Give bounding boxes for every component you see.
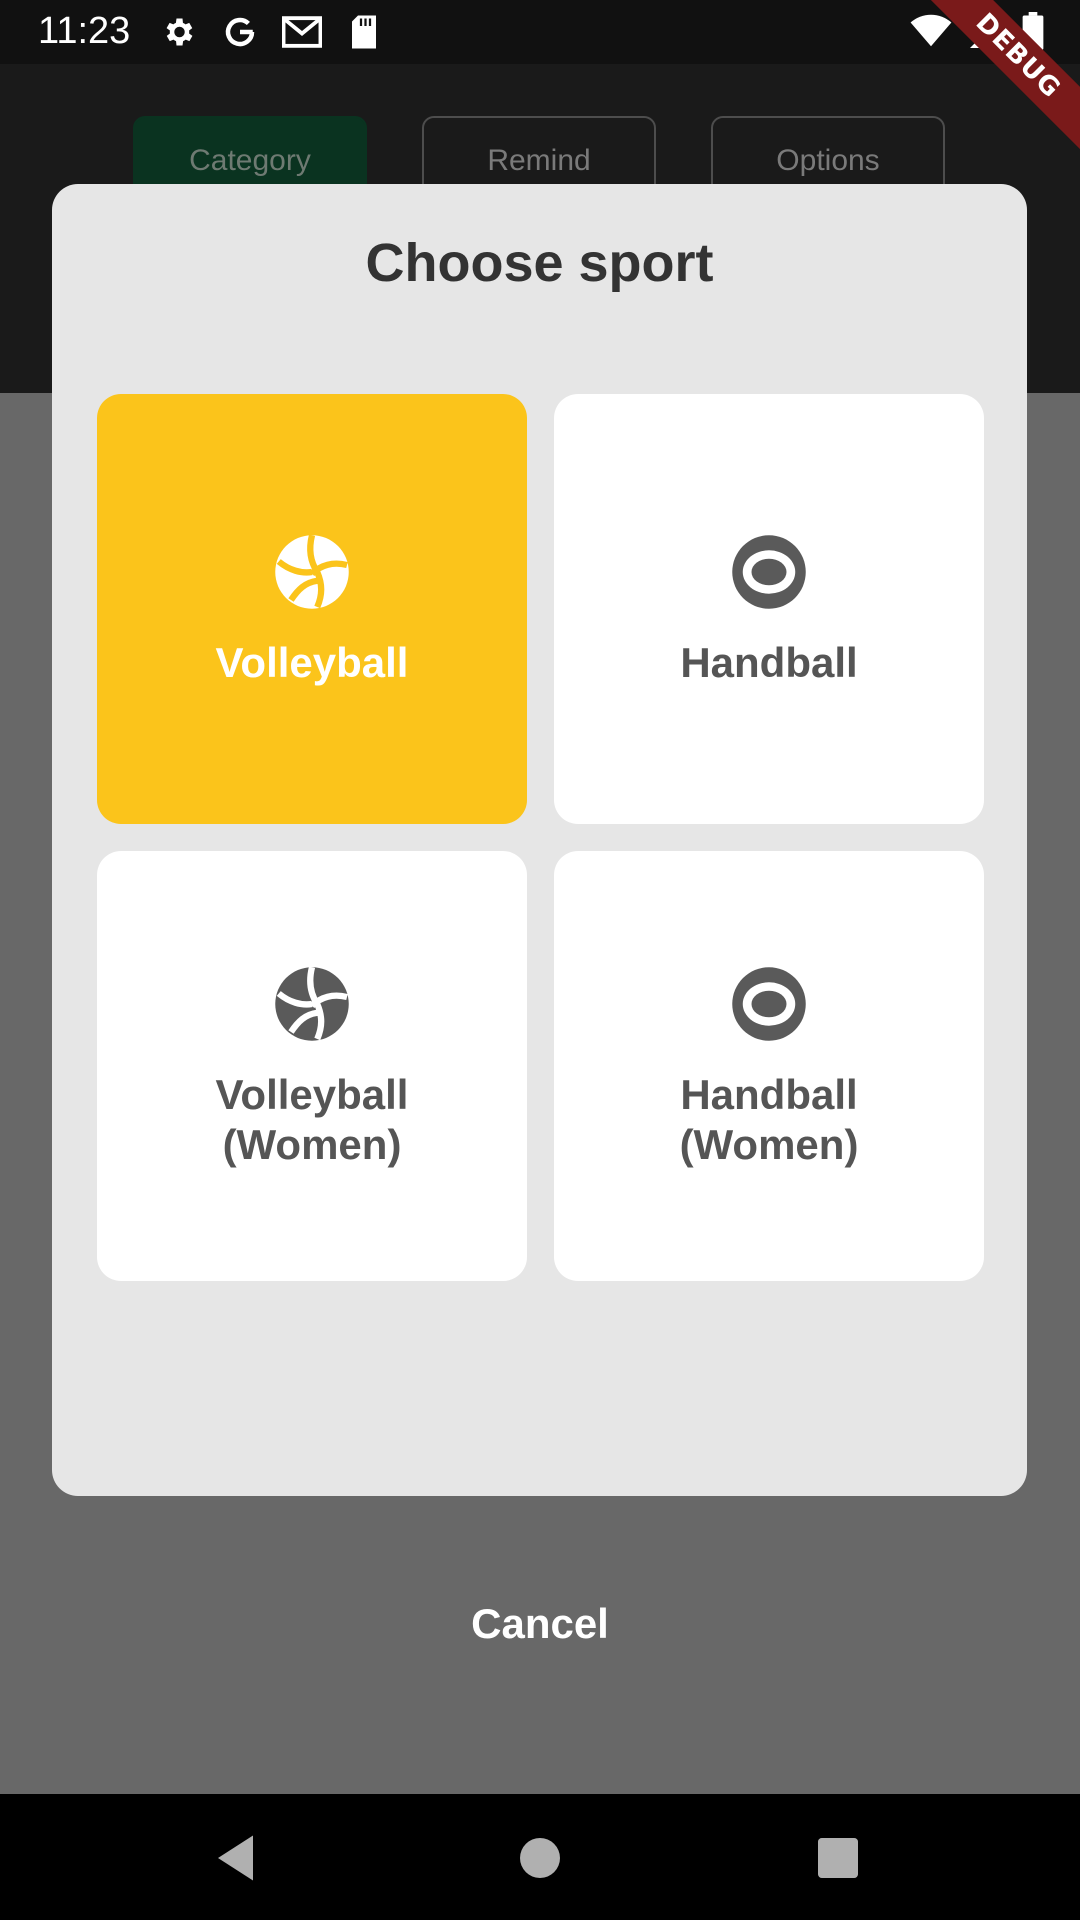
handball-icon: [732, 535, 806, 609]
sport-option-volleyball[interactable]: Volleyball: [97, 394, 527, 824]
sd-card-icon: [344, 12, 384, 52]
status-bar: 11:23: [0, 0, 1080, 64]
sport-option-volleyball-women[interactable]: Volleyball (Women): [97, 851, 527, 1281]
sport-label: Handball (Women): [679, 1071, 859, 1168]
wifi-icon: [910, 14, 952, 53]
choose-sport-dialog: Choose sport Volleyball Handball Volleyb…: [52, 184, 1027, 1496]
sport-option-handball-women[interactable]: Handball (Women): [554, 851, 984, 1281]
google-icon: [220, 12, 260, 52]
recents-icon[interactable]: [808, 1828, 868, 1888]
home-icon[interactable]: [510, 1828, 570, 1888]
volleyball-icon: [275, 966, 349, 1041]
back-icon[interactable]: [208, 1828, 268, 1888]
sport-option-handball[interactable]: Handball: [554, 394, 984, 824]
gmail-icon: [282, 12, 322, 52]
cancel-button[interactable]: Cancel: [0, 1600, 1080, 1648]
dialog-title: Choose sport: [365, 233, 714, 293]
sport-label: Handball: [680, 639, 858, 686]
system-nav-bar: [0, 1794, 1080, 1920]
status-time: 11:23: [38, 10, 131, 52]
handball-icon: [732, 967, 806, 1041]
gear-icon: [158, 12, 198, 52]
sport-label: Volleyball: [215, 639, 409, 686]
volleyball-icon: [275, 534, 349, 609]
sport-label: Volleyball (Women): [215, 1071, 409, 1168]
